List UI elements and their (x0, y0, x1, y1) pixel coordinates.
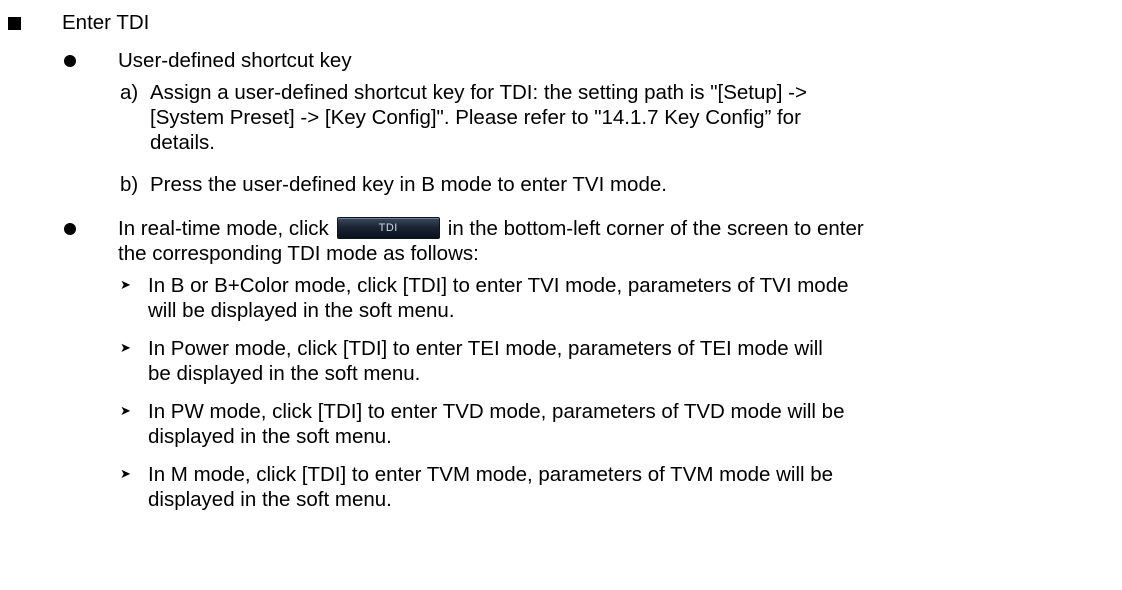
dot-bullet-icon (64, 48, 76, 74)
arrowhead-icon: ➤ (120, 278, 131, 293)
step-line: Press the user-defined key in B mode to … (150, 173, 667, 196)
mode-line: In PW mode, click [TDI] to enter TVD mod… (148, 400, 845, 423)
step-line: Assign a user-defined shortcut key for T… (150, 81, 807, 104)
mode-line: will be displayed in the soft menu. (148, 299, 455, 322)
realtime-text-before: In real-time mode, click (118, 217, 329, 240)
mode-line: In M mode, click [TDI] to enter TVM mode… (148, 463, 834, 486)
realtime-line: In real-time mode, click TDI in the bottom… (118, 216, 864, 242)
mode-line: displayed in the soft menu. (148, 425, 392, 448)
mode-line: displayed in the soft menu. (148, 488, 392, 511)
step-marker: b) (120, 173, 139, 196)
step-line: details. (150, 131, 215, 154)
mode-line: be displayed in the soft menu. (148, 362, 421, 385)
realtime-line: the corresponding TDI mode as follows: (118, 242, 479, 265)
step-marker: a) (120, 81, 139, 104)
realtime-text-after: in the bottom-left corner of the screen … (447, 217, 864, 240)
mode-line: In Power mode, click [TDI] to enter TEI … (148, 337, 823, 360)
section-title: Enter TDI (62, 11, 150, 34)
dot-bullet-icon (64, 216, 76, 242)
arrowhead-icon: ➤ (120, 404, 131, 419)
arrowhead-icon: ➤ (120, 467, 131, 482)
shortcut-title: User-defined shortcut key (118, 49, 352, 72)
tdi-button[interactable]: TDI (336, 216, 440, 239)
step-line: [System Preset] -> [Key Config]". Please… (150, 106, 801, 129)
arrowhead-icon: ➤ (120, 341, 131, 356)
mode-line: In B or B+Color mode, click [TDI] to ent… (148, 274, 849, 297)
square-bullet-icon (8, 10, 21, 37)
